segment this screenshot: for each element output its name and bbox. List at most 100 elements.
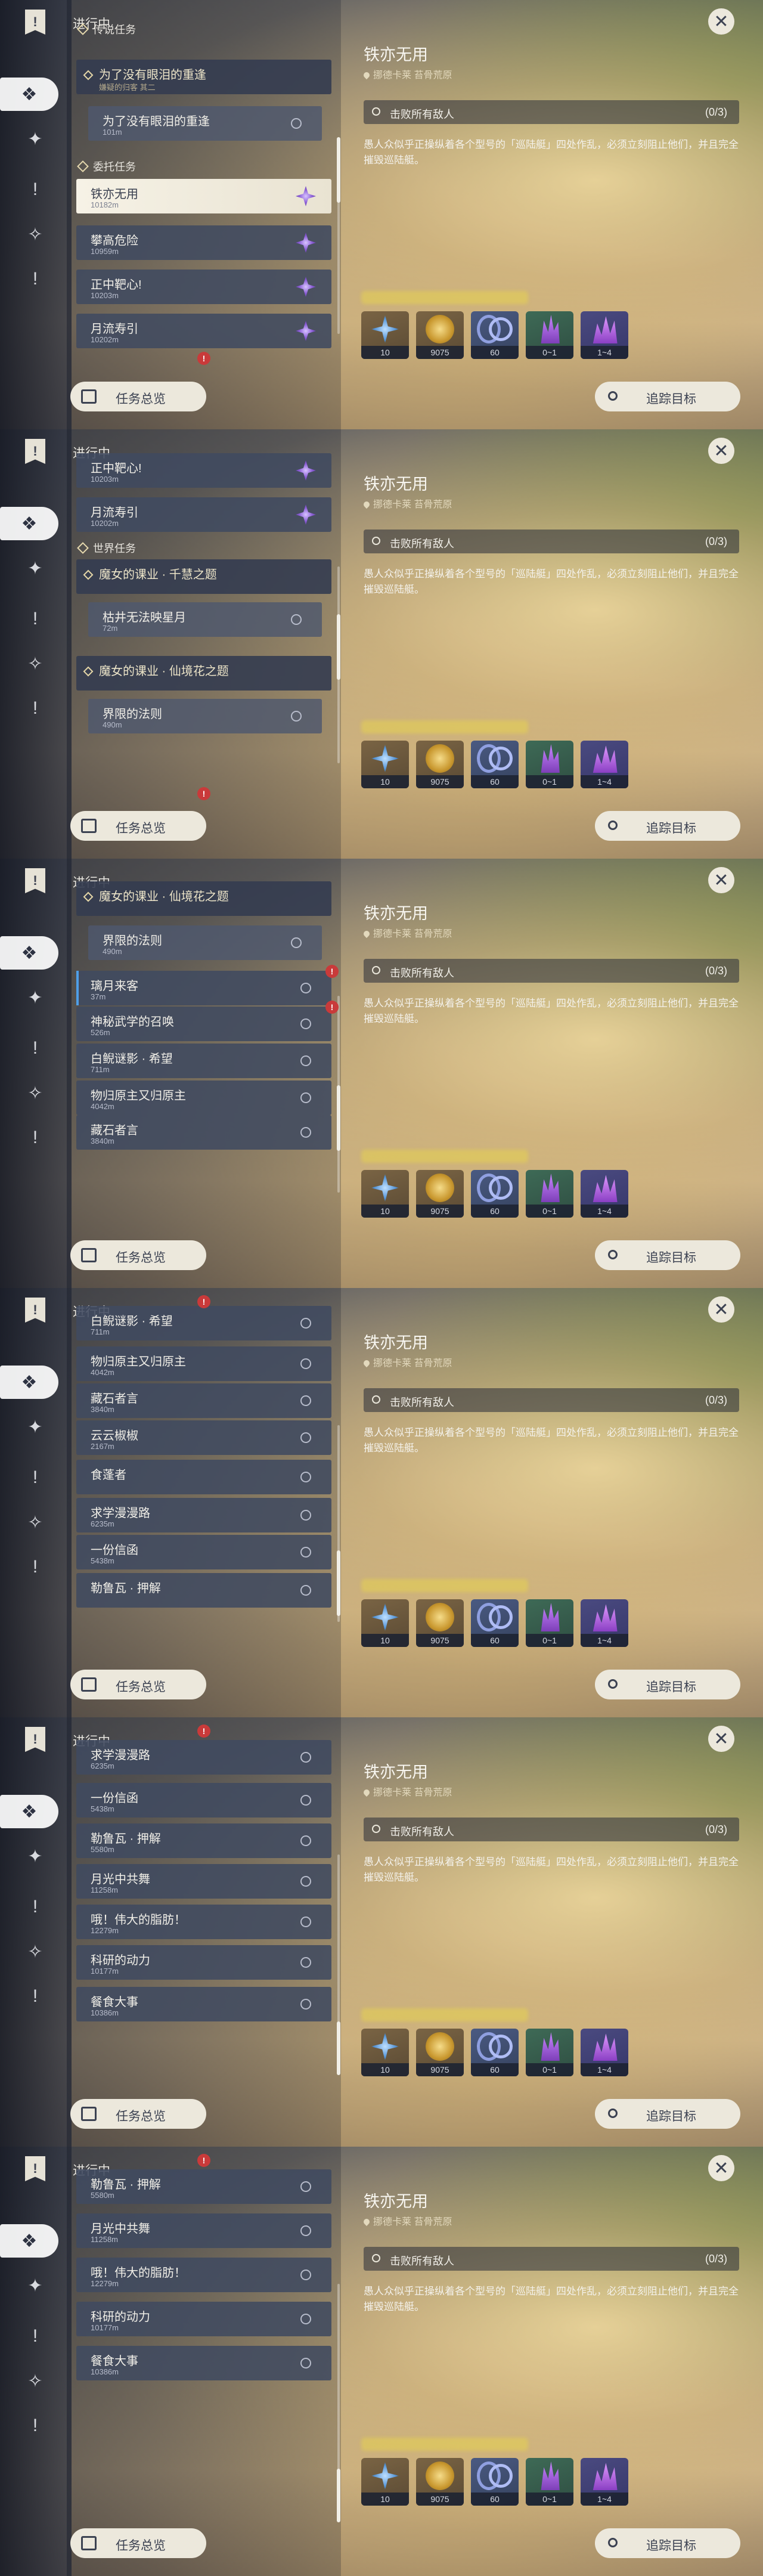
- location-pin-icon[interactable]: [300, 1092, 311, 1103]
- scrollbar-thumb[interactable]: [337, 137, 340, 203]
- exp-reward[interactable]: 60: [471, 1599, 519, 1647]
- crystal-cluster-reward[interactable]: 1~4: [581, 1599, 628, 1647]
- quest-list-scrollbar[interactable]: [337, 996, 340, 1193]
- exclamation-icon[interactable]: !: [18, 602, 52, 636]
- quest-item[interactable]: 求学漫漫路 6235m: [76, 1498, 331, 1532]
- crystal-reward[interactable]: 10: [361, 741, 409, 788]
- exp-reward[interactable]: 60: [471, 2458, 519, 2506]
- quest-list-scrollbar[interactable]: [337, 137, 340, 334]
- quest-diamond-icon[interactable]: ❖: [0, 507, 58, 540]
- close-icon[interactable]: ✕: [708, 8, 734, 35]
- location-pin-icon[interactable]: [300, 2358, 311, 2368]
- quest-item[interactable]: 一份信函 5438m: [76, 1535, 331, 1569]
- exclamation-icon[interactable]: !: [18, 1121, 52, 1154]
- compass-icon[interactable]: ✦: [18, 1410, 52, 1444]
- exp-reward[interactable]: 60: [471, 2029, 519, 2076]
- exclamation-icon[interactable]: !: [18, 1980, 52, 2013]
- exclamation-icon[interactable]: !: [18, 2409, 52, 2442]
- quest-item[interactable]: 界限的法则 490m: [88, 699, 322, 733]
- quest-item[interactable]: 魔女的课业 · 仙境花之题: [76, 881, 331, 916]
- quest-item[interactable]: 餐食大事 10386m: [76, 1987, 331, 2021]
- tangle-icon[interactable]: ✧: [18, 2364, 52, 2398]
- mora-reward[interactable]: 9075: [416, 2029, 464, 2076]
- quest-item[interactable]: 藏石者言 3840m: [76, 1115, 331, 1150]
- quest-list-scrollbar[interactable]: [337, 1854, 340, 2075]
- quest-diamond-icon[interactable]: ❖: [0, 2224, 58, 2258]
- compass-icon[interactable]: ✦: [18, 2269, 52, 2302]
- compass-icon[interactable]: ✦: [18, 552, 52, 585]
- quest-item[interactable]: 神秘武学的召唤 526m: [76, 1007, 331, 1041]
- location-pin-icon[interactable]: [300, 2314, 311, 2324]
- quest-item[interactable]: 藏石者言 3840m: [76, 1383, 331, 1418]
- exclamation-icon[interactable]: !: [18, 262, 52, 296]
- close-icon[interactable]: ✕: [708, 438, 734, 464]
- location-pin-icon[interactable]: [291, 118, 302, 129]
- quest-item[interactable]: 物归原主又归原主 4042m: [76, 1080, 331, 1115]
- location-pin-icon[interactable]: [300, 1957, 311, 1968]
- exclamation-icon[interactable]: !: [18, 1032, 52, 1065]
- scrollbar-thumb[interactable]: [337, 1085, 340, 1151]
- location-pin-icon[interactable]: [300, 2225, 311, 2236]
- quest-item[interactable]: 魔女的课业 · 千慧之题: [76, 559, 331, 594]
- crystal-reward[interactable]: 10: [361, 2458, 409, 2506]
- scrollbar-thumb[interactable]: [337, 614, 340, 680]
- crystal-cluster-reward[interactable]: 1~4: [581, 741, 628, 788]
- quest-item[interactable]: 为了没有眼泪的重逢 101m: [88, 106, 322, 141]
- location-pin-icon[interactable]: [291, 614, 302, 625]
- location-pin-icon[interactable]: [300, 1055, 311, 1066]
- track-objective-button[interactable]: 追踪目标: [595, 382, 740, 411]
- quest-overview-button[interactable]: 任务总览: [70, 2528, 206, 2558]
- location-pin-icon[interactable]: [300, 1018, 311, 1029]
- exclamation-icon[interactable]: !: [18, 2320, 52, 2353]
- quest-item[interactable]: 云云椒椒 2167m: [76, 1420, 331, 1455]
- location-pin-icon[interactable]: [300, 1876, 311, 1887]
- crystal-reward[interactable]: 10: [361, 2029, 409, 2076]
- crystal-reward[interactable]: 10: [361, 1599, 409, 1647]
- crystal-reward[interactable]: 10: [361, 311, 409, 359]
- quest-item[interactable]: 枯井无法映星月 72m: [88, 602, 322, 637]
- exp-reward[interactable]: 60: [471, 311, 519, 359]
- quest-item[interactable]: 勒鲁瓦 · 押解 5580m: [76, 2169, 331, 2204]
- mora-reward[interactable]: 9075: [416, 1170, 464, 1218]
- quest-diamond-icon[interactable]: ❖: [0, 1366, 58, 1399]
- tangle-icon[interactable]: ✧: [18, 1076, 52, 1110]
- quest-item[interactable]: 为了没有眼泪的重逢 嫌疑的归客 其二: [76, 60, 331, 94]
- track-objective-button[interactable]: 追踪目标: [595, 1240, 740, 1270]
- ore-reward[interactable]: 0~1: [526, 2029, 573, 2076]
- exp-reward[interactable]: 60: [471, 1170, 519, 1218]
- location-pin-icon[interactable]: [291, 711, 302, 722]
- mora-reward[interactable]: 9075: [416, 1599, 464, 1647]
- quest-overview-button[interactable]: 任务总览: [70, 1240, 206, 1270]
- quest-diamond-icon[interactable]: ❖: [0, 1795, 58, 1828]
- quest-item[interactable]: 科研的动力 10177m: [76, 1945, 331, 1980]
- scrollbar-thumb[interactable]: [337, 2021, 340, 2075]
- exclamation-icon[interactable]: !: [18, 173, 52, 206]
- track-objective-button[interactable]: 追踪目标: [595, 1670, 740, 1699]
- ore-reward[interactable]: 0~1: [526, 1170, 573, 1218]
- location-pin-icon[interactable]: [300, 1510, 311, 1521]
- quest-item[interactable]: 攀高危险 10959m: [76, 225, 331, 260]
- crystal-cluster-reward[interactable]: 1~4: [581, 2458, 628, 2506]
- selected-quest-item[interactable]: 铁亦无用 10182m: [76, 179, 331, 213]
- location-pin-icon[interactable]: [300, 2181, 311, 2192]
- crystal-cluster-reward[interactable]: 1~4: [581, 311, 628, 359]
- quest-list-scrollbar[interactable]: [337, 2284, 340, 2522]
- quest-list-scrollbar[interactable]: [337, 1425, 340, 1622]
- ore-reward[interactable]: 0~1: [526, 1599, 573, 1647]
- mora-reward[interactable]: 9075: [416, 741, 464, 788]
- location-pin-icon[interactable]: [300, 2270, 311, 2280]
- close-icon[interactable]: ✕: [708, 2155, 734, 2181]
- quest-item[interactable]: 哦！伟大的脂肪！ 12279m: [76, 2258, 331, 2292]
- quest-item[interactable]: 食蓬者: [76, 1460, 331, 1494]
- exclamation-icon[interactable]: !: [18, 692, 52, 725]
- scrollbar-thumb[interactable]: [337, 2469, 340, 2522]
- compass-icon[interactable]: ✦: [18, 122, 52, 156]
- quest-item[interactable]: 月光中共舞 11258m: [76, 1864, 331, 1899]
- location-pin-icon[interactable]: [300, 1472, 311, 1482]
- quest-item[interactable]: 月光中共舞 11258m: [76, 2213, 331, 2248]
- quest-item[interactable]: 求学漫漫路 6235m: [76, 1740, 331, 1775]
- location-pin-icon[interactable]: [300, 1835, 311, 1846]
- quest-item[interactable]: 哦！伟大的脂肪！ 12279m: [76, 1905, 331, 1939]
- quest-item[interactable]: 白鲵谜影 · 希望 711m: [76, 1044, 331, 1078]
- quest-overview-button[interactable]: 任务总览: [70, 811, 206, 841]
